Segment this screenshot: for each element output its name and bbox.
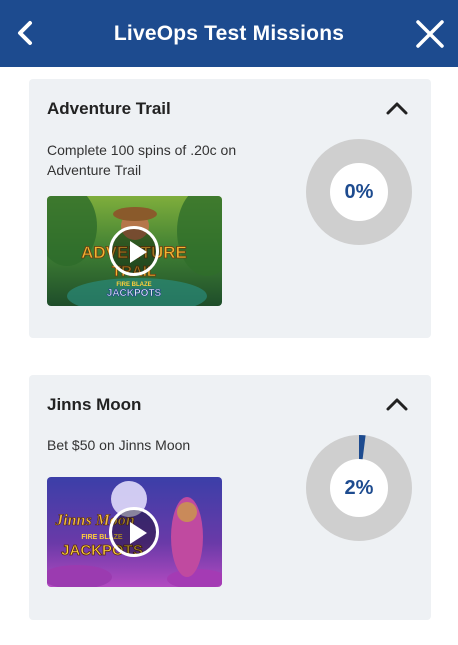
header-bar: LiveOps Test Missions (0, 0, 458, 67)
game-thumbnail-adventure-trail[interactable]: ADVENTURE TRAIL FIRE BLAZE JACKPOTS (47, 196, 222, 306)
play-icon[interactable] (109, 226, 159, 276)
progress-percent: 2% (344, 476, 374, 499)
chevron-up-icon[interactable] (385, 395, 409, 413)
page-title: LiveOps Test Missions (113, 21, 345, 45)
mission-card-jinns-moon: Jinns Moon Bet $50 on Jinns Moon Jinns M… (29, 375, 431, 620)
play-icon[interactable] (109, 507, 159, 557)
thumbnail-badge-line2: JACKPOTS (107, 288, 162, 299)
mission-title: Jinns Moon (47, 395, 142, 414)
close-icon (416, 20, 444, 48)
mission-description: Complete 100 spins of .20c on Adventure … (47, 142, 237, 178)
back-button[interactable] (10, 16, 40, 50)
progress-gauge: 2% (306, 435, 412, 541)
chevron-left-icon (18, 21, 32, 45)
mission-title: Adventure Trail (47, 99, 171, 118)
mission-card-adventure-trail: Adventure Trail Complete 100 spins of .2… (29, 79, 431, 338)
chevron-up-icon[interactable] (385, 99, 409, 117)
close-button[interactable] (414, 18, 446, 50)
mission-description: Bet $50 on Jinns Moon (47, 437, 191, 453)
progress-percent: 0% (344, 180, 374, 203)
progress-gauge: 0% (306, 139, 412, 245)
game-thumbnail-jinns-moon[interactable]: Jinns Moon FIRE BLAZE JACKPOTS (47, 477, 222, 587)
